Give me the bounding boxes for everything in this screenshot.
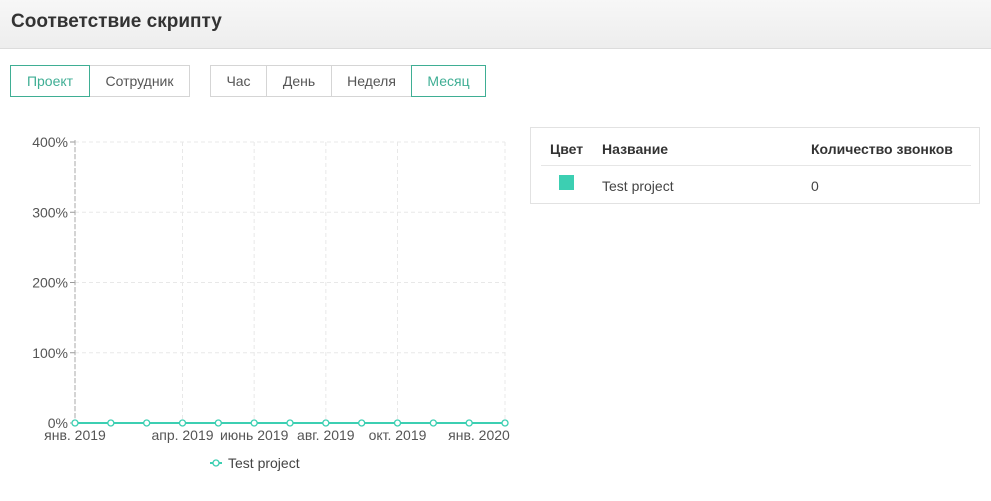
tab-week[interactable]: Неделя — [331, 65, 412, 97]
line-chart: 0% 100% 200% 300% 400% янв. 2019 апр. 2019 июнь… — [0, 125, 520, 485]
y-tick-label: 200% — [32, 275, 68, 291]
x-tick-label: июнь 2019 — [220, 427, 289, 443]
chart-svg: 0%100%200%300%400%янв. 2019 апр. 2019 июнь… — [32, 134, 510, 471]
projects-table: Цвет Название Количество звонков Test pr… — [530, 127, 980, 204]
tab-project[interactable]: Проект — [10, 65, 90, 97]
column-header-name: Название — [602, 141, 669, 157]
row-name: Test project — [602, 178, 674, 194]
period-toggle: Час День Неделя Месяц — [210, 65, 486, 97]
y-tick-label: 300% — [32, 204, 68, 220]
data-point — [143, 419, 151, 427]
tab-employee[interactable]: Сотрудник — [89, 65, 190, 97]
page-header: Соответствие скрипту — [0, 0, 991, 49]
header-divider — [541, 165, 971, 166]
row-calls: 0 — [811, 178, 819, 194]
data-point — [393, 419, 402, 427]
tab-month[interactable]: Месяц — [411, 65, 486, 97]
data-point — [250, 419, 258, 427]
color-swatch — [559, 175, 574, 190]
y-tick-label: 100% — [32, 345, 68, 361]
column-header-color: Цвет — [550, 141, 584, 157]
tab-day[interactable]: День — [266, 65, 332, 97]
x-tick-label: авг. 2019 — [297, 427, 355, 443]
data-point — [501, 419, 509, 427]
tab-hour[interactable]: Час — [210, 65, 267, 97]
legend-marker — [212, 459, 220, 467]
data-point — [322, 419, 330, 427]
legend-label: Test project — [228, 455, 300, 471]
data-point — [178, 419, 187, 427]
data-point — [71, 419, 79, 427]
data-point — [429, 419, 437, 427]
page-title: Соответствие скрипту — [11, 11, 222, 32]
x-tick-label: янв. 2019 — [44, 427, 106, 443]
x-tick-label: янв. 2020 — [448, 427, 510, 443]
x-tick-label: апр. 2019 — [151, 427, 213, 443]
group-by-toggle: Проект Сотрудник — [10, 65, 190, 97]
y-tick-label: 400% — [32, 134, 68, 150]
column-header-calls: Количество звонков — [811, 141, 953, 157]
data-point — [286, 419, 294, 427]
data-point — [107, 419, 115, 427]
x-tick-label: окт. 2019 — [369, 427, 427, 443]
data-point — [465, 419, 473, 427]
data-point — [358, 419, 366, 427]
data-point — [214, 419, 222, 427]
